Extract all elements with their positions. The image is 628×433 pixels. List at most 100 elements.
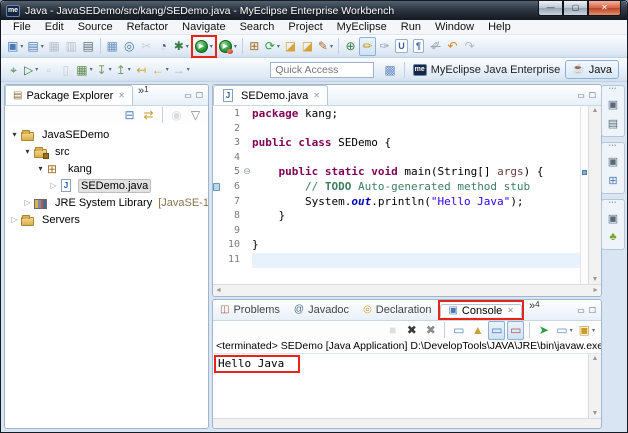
menu-search[interactable]: Search <box>233 21 282 33</box>
scroll-lock-button[interactable]: ▲ <box>469 321 486 340</box>
menu-file[interactable]: File <box>6 21 38 33</box>
menu-source[interactable]: Source <box>71 21 120 33</box>
collapsed-arrow-icon[interactable]: ▷ <box>22 198 33 207</box>
tree-item-sedemo-java[interactable]: ▷JSEDemo.java <box>5 177 208 194</box>
debug-button[interactable]: ✱▾ <box>172 37 191 56</box>
outline-view-icon[interactable]: ⊞ <box>608 174 617 187</box>
code-line-10[interactable]: 10} <box>213 238 580 253</box>
last-edit-location-button[interactable]: ↤ <box>133 60 150 79</box>
tab-overflow-indicator[interactable]: »1 <box>133 85 154 105</box>
maximize-view-icon[interactable]: ☐ <box>589 91 596 100</box>
code-line-11[interactable]: 11 <box>213 253 580 268</box>
code-line-4[interactable]: 4 <box>213 151 580 166</box>
open-console-button[interactable]: ▣▾ <box>577 321 597 340</box>
quick-access-input[interactable] <box>270 62 374 78</box>
collapsed-arrow-icon[interactable]: ▷ <box>9 215 20 224</box>
code-line-1[interactable]: 1package kang; <box>213 107 580 122</box>
new-java-project-button[interactable]: ▦ <box>104 37 121 56</box>
refresh-button[interactable]: ⟳▾ <box>263 37 282 56</box>
restore-pane-2-icon[interactable]: ▣ <box>608 155 618 168</box>
tree-item-kang[interactable]: ▾⊞kang <box>5 160 208 177</box>
back-history-button[interactable]: ←▾ <box>150 60 171 79</box>
launch-profile-button[interactable]: ⌖ <box>5 60 22 79</box>
drag-handle-icon[interactable]: ••• <box>609 87 617 92</box>
fold-marker-icon[interactable]: ⊖ <box>242 165 252 180</box>
code-line-8[interactable]: 8 } <box>213 209 580 224</box>
code-area[interactable]: 1package kang;23public class SEDemo {45⊖… <box>213 106 580 284</box>
minimize-view-icon[interactable]: ▭ <box>577 91 585 100</box>
menu-navigate[interactable]: Navigate <box>175 21 232 33</box>
code-line-7[interactable]: 7 System.out.println("Hello Java"); <box>213 195 580 210</box>
tree-item-src[interactable]: ▾src <box>5 143 208 160</box>
forward-history-button[interactable]: →▾ <box>171 60 192 79</box>
table-view-button[interactable]: ▦▾ <box>74 60 94 79</box>
view-menu-button[interactable]: ▽ <box>187 106 204 125</box>
code-line-2[interactable]: 2 <box>213 122 580 137</box>
menu-run[interactable]: Run <box>394 21 428 33</box>
tab-sedemo-java[interactable]: J SEDemo.java ✕ <box>213 85 328 105</box>
open-perspective-icon[interactable]: ▩ <box>384 64 395 76</box>
tab-declaration[interactable]: ◎Declaration <box>356 300 438 320</box>
run-external-button[interactable]: ▶▾ <box>217 37 239 56</box>
maximize-view-icon[interactable]: ☐ <box>589 306 596 315</box>
run-as-button[interactable]: ▷▾ <box>22 60 40 79</box>
maximize-view-icon[interactable]: ☐ <box>196 91 203 100</box>
scroll-right-icon[interactable]: ► <box>592 287 599 294</box>
tab-problems[interactable]: ◫Problems <box>213 300 287 320</box>
expanded-arrow-icon[interactable]: ▾ <box>22 147 33 156</box>
menu-window[interactable]: Window <box>428 21 481 33</box>
highlighter-button[interactable]: ✏ <box>359 37 376 56</box>
run-button[interactable]: ▶▾ <box>193 37 215 56</box>
drag-handle-icon[interactable]: ••• <box>609 144 617 149</box>
close-icon[interactable]: ✕ <box>507 306 514 315</box>
pin-console-button[interactable]: ➤ <box>535 321 552 340</box>
tab-console[interactable]: ▣Console✕ <box>440 304 522 317</box>
close-icon[interactable]: ✕ <box>313 91 320 100</box>
editor-horizontal-scrollbar[interactable]: ◄ ► <box>213 284 601 296</box>
coverage-grid-button[interactable]: ⊞ <box>246 37 263 56</box>
expanded-arrow-icon[interactable]: ▾ <box>35 164 46 173</box>
minimize-view-icon[interactable]: ▭ <box>184 91 192 100</box>
code-line-6[interactable]: 6 // TODO Auto-generated method stub <box>213 180 580 195</box>
scroll-left-icon[interactable]: ◄ <box>215 287 222 294</box>
code-line-9[interactable]: 9 <box>213 224 580 239</box>
open-folder-button[interactable]: ◪ <box>299 37 316 56</box>
paragraph-mark-button[interactable]: ¶ <box>410 37 427 56</box>
scroll-down-icon[interactable]: ▼ <box>592 410 599 417</box>
tab-package-explorer[interactable]: ▤ Package Explorer ✕ <box>5 85 133 105</box>
remove-all-terminated-button[interactable]: ✖ <box>422 321 439 340</box>
scroll-down-icon[interactable]: ▼ <box>592 276 599 283</box>
new-wizard-button[interactable]: ▤▾ <box>25 37 45 56</box>
marker-pen-button[interactable]: ✑ <box>376 37 393 56</box>
console-output-area[interactable]: Hello Java <box>213 354 588 418</box>
history-button[interactable]: ◔ <box>155 37 172 56</box>
next-annotation-button[interactable]: ↧▾ <box>95 60 114 79</box>
perspective-java-button[interactable]: ☕ Java <box>565 60 619 79</box>
drag-handle-icon[interactable]: ••• <box>609 201 617 206</box>
open-file-button[interactable]: ◪ <box>282 37 299 56</box>
tab-overflow-indicator[interactable]: »4 <box>524 300 545 320</box>
tab-javadoc[interactable]: @Javadoc <box>287 300 356 320</box>
code-line-3[interactable]: 3public class SEDemo { <box>213 136 580 151</box>
show-stdout-button[interactable]: ▭ <box>488 321 505 340</box>
perspective-myeclipse-button[interactable]: me MyEclipse Java Enterprise <box>413 64 561 76</box>
remove-launch-button[interactable]: ✖ <box>403 321 420 340</box>
snippets-view-icon[interactable]: ▤ <box>608 117 618 130</box>
print-button[interactable]: ▤ <box>80 37 97 56</box>
no-edit-button[interactable]: ✐ <box>427 37 444 56</box>
undo-highlight-button[interactable]: ↶ <box>444 37 461 56</box>
close-button[interactable]: ✕ <box>588 1 621 16</box>
show-stderr-button[interactable]: ▭ <box>507 321 524 340</box>
link-with-editor-button[interactable]: ⇄ <box>140 106 157 125</box>
menu-myeclipse[interactable]: MyEclipse <box>330 21 394 33</box>
tree-item-javasedemo[interactable]: ▾JavaSEDemo <box>5 126 208 143</box>
menu-project[interactable]: Project <box>281 21 329 33</box>
minimize-view-icon[interactable]: ▭ <box>577 306 585 315</box>
code-line-5[interactable]: 5⊖ public static void main(String[] args… <box>213 165 580 180</box>
console-horizontal-scrollbar[interactable] <box>213 418 601 428</box>
close-icon[interactable]: ✕ <box>118 91 125 100</box>
prev-annotation-button[interactable]: ↥▾ <box>114 60 133 79</box>
underline-button[interactable]: U <box>393 37 410 56</box>
restore-pane-1-icon[interactable]: ▣ <box>608 98 618 111</box>
menu-refactor[interactable]: Refactor <box>120 21 176 33</box>
